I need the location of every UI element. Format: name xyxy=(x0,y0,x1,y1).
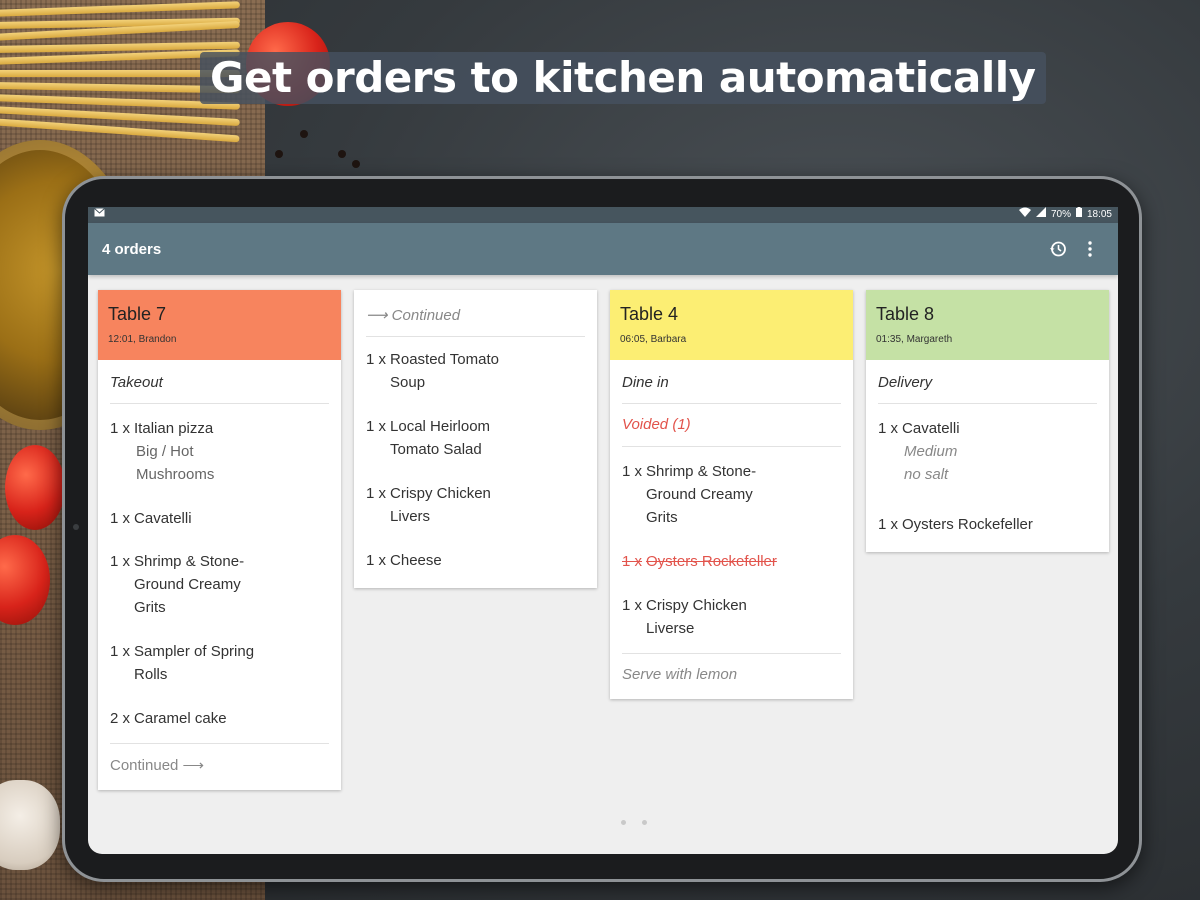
order-header: Table 8 01:35, Margareth xyxy=(866,290,1109,360)
battery-icon xyxy=(1075,207,1082,223)
item-name: Cavatelli xyxy=(134,510,192,527)
item-name: Oysters Rockefeller xyxy=(902,516,1033,533)
wifi-icon xyxy=(1018,207,1031,223)
item-name: Caramel cake xyxy=(134,710,227,727)
table-name: Table 7 xyxy=(108,304,167,324)
app-bar: 4 orders xyxy=(88,223,1118,275)
item-modifier: Big / Hot xyxy=(136,443,194,460)
peppercorn-decoration xyxy=(352,160,360,168)
order-item[interactable]: 1 x Crispy Chicken Livers xyxy=(366,461,585,528)
item-qty: 1 x xyxy=(110,643,131,660)
mail-icon xyxy=(94,207,105,223)
continued-label: ⟶ Continued xyxy=(366,290,585,337)
order-item[interactable]: 1 x Cheese xyxy=(366,528,585,588)
table-name: Table 4 xyxy=(620,304,679,324)
camera-icon xyxy=(73,524,79,530)
item-name: Italian pizza xyxy=(134,420,214,437)
status-time: 18:05 xyxy=(1086,209,1112,220)
item-name: Shrimp & Stone-Ground Creamy Grits xyxy=(134,553,245,616)
order-card[interactable]: Table 4 06:05, Barbara Dine in Voided (1… xyxy=(610,290,853,699)
table-name: Table 8 xyxy=(876,304,935,324)
item-qty: 1 x xyxy=(622,597,643,614)
order-type: Takeout xyxy=(110,360,329,404)
order-card[interactable]: Table 7 12:01, Brandon Takeout 1 x Itali… xyxy=(98,290,341,790)
item-modifier: no salt xyxy=(904,466,949,483)
item-qty: 1 x xyxy=(622,553,643,570)
status-bar: 70% 18:05 xyxy=(88,207,1118,223)
item-qty: 1 x xyxy=(878,420,899,437)
order-meta: 01:35, Margareth xyxy=(876,334,953,345)
more-vert-icon[interactable] xyxy=(1076,235,1104,263)
item-modifier: Mushrooms xyxy=(136,466,215,483)
order-item[interactable]: 2 x Caramel cake xyxy=(110,686,329,730)
page-dot[interactable] xyxy=(642,820,647,825)
peppercorn-decoration xyxy=(275,150,283,158)
order-type: Dine in xyxy=(622,360,841,404)
order-item[interactable]: 1 x Italian pizza xyxy=(110,404,329,440)
order-item[interactable]: 1 x Cavatelli xyxy=(878,404,1097,440)
order-type: Delivery xyxy=(878,360,1097,404)
tomato-decoration xyxy=(5,445,65,530)
order-item[interactable]: 1 x Shrimp & Stone-Ground Creamy Grits xyxy=(622,447,841,529)
order-item[interactable]: 1 x Cavatelli xyxy=(110,486,329,530)
item-name: Crispy Chicken Livers xyxy=(390,485,491,525)
item-qty: 1 x xyxy=(622,463,643,480)
signal-icon xyxy=(1035,207,1046,223)
order-card[interactable]: Table 8 01:35, Margareth Delivery 1 x Ca… xyxy=(866,290,1109,552)
order-item[interactable]: 1 x Roasted Tomato Soup xyxy=(366,337,585,394)
headline: Get orders to kitchen automatically xyxy=(200,52,1046,104)
item-name: Shrimp & Stone-Ground Creamy Grits xyxy=(646,463,757,526)
battery-level: 70% xyxy=(1050,209,1071,220)
item-qty: 1 x xyxy=(366,418,387,435)
item-name: Oysters Rockefeller xyxy=(646,553,777,570)
voided-count[interactable]: Voided (1) xyxy=(622,404,841,447)
orders-board: Table 7 12:01, Brandon Takeout 1 x Itali… xyxy=(88,275,1118,854)
item-qty: 1 x xyxy=(366,485,387,502)
tablet-screen: 70% 18:05 4 orders Table 7 12:01, Brando… xyxy=(88,207,1118,854)
item-name: Roasted Tomato Soup xyxy=(390,351,499,391)
item-qty: 1 x xyxy=(878,516,899,533)
order-item[interactable]: 1 x Shrimp & Stone-Ground Creamy Grits xyxy=(110,530,329,619)
item-name: Sampler of Spring Rolls xyxy=(134,643,255,683)
order-item-voided[interactable]: 1 x Oysters Rockefeller xyxy=(622,529,841,573)
order-meta: 12:01, Brandon xyxy=(108,334,177,345)
peppercorn-decoration xyxy=(338,150,346,158)
peppercorn-decoration xyxy=(300,130,308,138)
order-item[interactable]: 1 x Local Heirloom Tomato Salad xyxy=(366,394,585,461)
item-qty: 1 x xyxy=(110,553,131,570)
item-qty: 1 x xyxy=(366,351,387,368)
order-header: Table 7 12:01, Brandon xyxy=(98,290,341,360)
order-header: Table 4 06:05, Barbara xyxy=(610,290,853,360)
item-name: Crispy Chicken Liverse xyxy=(646,597,747,637)
tablet-device: 70% 18:05 4 orders Table 7 12:01, Brando… xyxy=(62,176,1142,882)
page-indicator[interactable] xyxy=(613,820,655,825)
order-card-continued[interactable]: ⟶ Continued 1 x Roasted Tomato Soup 1 x … xyxy=(354,290,597,588)
page-dot[interactable] xyxy=(621,820,626,825)
order-item[interactable]: 1 x Sampler of Spring Rolls xyxy=(110,619,329,686)
item-qty: 1 x xyxy=(366,552,387,569)
item-name: Local Heirloom Tomato Salad xyxy=(390,418,491,458)
order-item[interactable]: 1 x Crispy Chicken Liverse xyxy=(622,573,841,640)
orders-count-title: 4 orders xyxy=(102,240,162,258)
order-meta: 06:05, Barbara xyxy=(620,334,687,345)
history-icon[interactable] xyxy=(1044,235,1072,263)
item-qty: 1 x xyxy=(110,420,131,437)
item-name: Cheese xyxy=(390,552,442,569)
item-name: Cavatelli xyxy=(902,420,960,437)
item-qty: 1 x xyxy=(110,510,131,527)
continued-link[interactable]: Continued ⟶ xyxy=(110,743,329,790)
item-modifier: Medium xyxy=(904,443,958,460)
order-item[interactable]: 1 x Oysters Rockefeller xyxy=(878,486,1097,552)
order-note: Serve with lemon xyxy=(622,653,841,699)
item-qty: 2 x xyxy=(110,710,131,727)
